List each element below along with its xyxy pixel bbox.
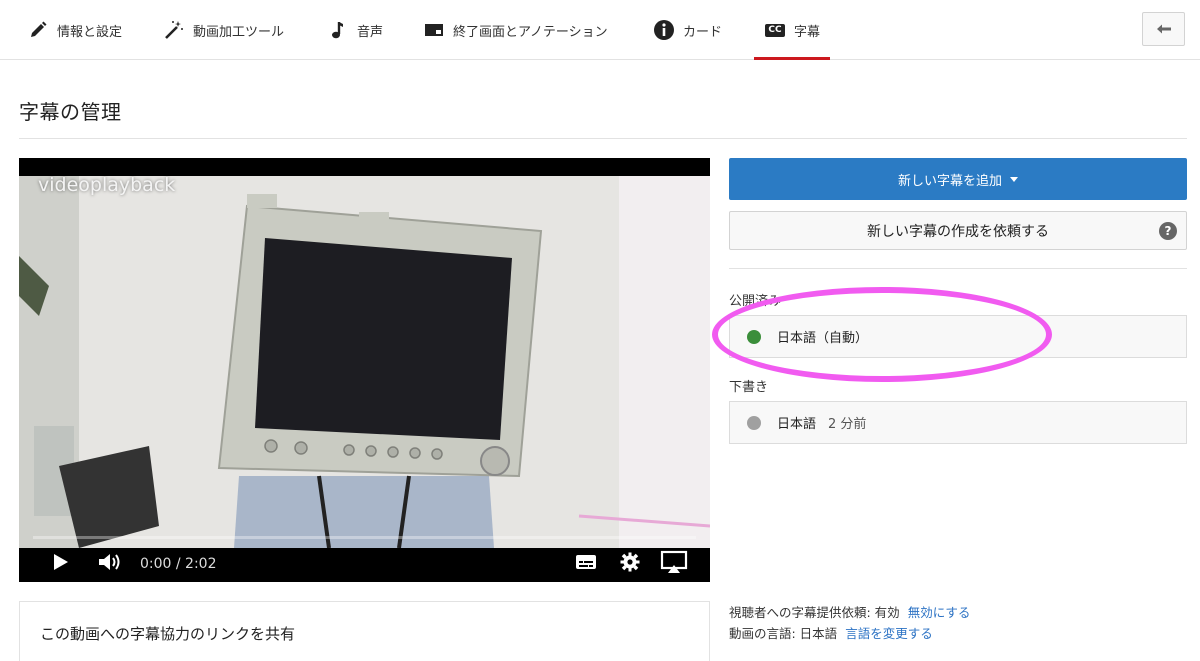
request-subtitles-label: 新しい字幕の作成を依頼する bbox=[867, 223, 1049, 240]
video-frame[interactable] bbox=[19, 176, 710, 548]
draft-age: 2 分前 bbox=[828, 417, 867, 432]
player-controls: 0:00 / 2:02 bbox=[19, 542, 710, 582]
language-name: 日本語（自動） bbox=[777, 331, 869, 346]
tab-label: 音声 bbox=[357, 24, 384, 40]
request-subtitles-button[interactable]: 新しい字幕の作成を依頼する ? bbox=[729, 211, 1187, 250]
published-section-label: 公開済み bbox=[729, 294, 782, 309]
progress-bar[interactable] bbox=[33, 536, 696, 539]
divider bbox=[729, 268, 1187, 269]
tab-subtitles[interactable]: CC 字幕 bbox=[753, 0, 831, 60]
airplay-icon[interactable] bbox=[660, 550, 688, 574]
tab-end-screen[interactable]: 終了画面とアノテーション bbox=[423, 0, 608, 60]
pencil-icon bbox=[27, 19, 49, 41]
add-subtitles-button[interactable]: 新しい字幕を追加 bbox=[729, 158, 1187, 200]
video-language-text: 動画の言語: 日本語 bbox=[729, 626, 838, 641]
video-language-setting: 動画の言語: 日本語 言語を変更する bbox=[729, 623, 933, 642]
tab-label: 動画加工ツール bbox=[193, 24, 285, 40]
viewer-contribution-setting: 視聴者への字幕提供依頼: 有効 無効にする bbox=[729, 602, 970, 621]
volume-icon[interactable] bbox=[97, 551, 123, 573]
subtitles-toggle-icon[interactable] bbox=[575, 553, 597, 571]
info-icon bbox=[653, 19, 675, 41]
back-arrow-icon bbox=[1156, 20, 1172, 39]
video-still-image bbox=[19, 176, 710, 548]
page-title: 字幕の管理 bbox=[19, 100, 122, 124]
tab-label: 字幕 bbox=[794, 24, 821, 40]
cc-icon: CC bbox=[764, 19, 786, 41]
help-icon[interactable]: ? bbox=[1159, 222, 1177, 240]
tab-video-tools[interactable]: 動画加工ツール bbox=[163, 0, 284, 60]
magic-wand-icon bbox=[163, 19, 185, 41]
chevron-down-icon bbox=[1010, 176, 1018, 182]
tab-audio[interactable]: 音声 bbox=[327, 0, 383, 60]
change-language-link[interactable]: 言語を変更する bbox=[845, 626, 933, 641]
language-name: 日本語 bbox=[777, 417, 817, 432]
share-link-panel: この動画への字幕協力のリンクを共有 bbox=[19, 601, 710, 661]
tab-label: カード bbox=[683, 24, 723, 40]
drafts-section-label: 下書き bbox=[729, 380, 769, 395]
draft-status-dot bbox=[747, 415, 761, 430]
viewer-contribution-text: 視聴者への字幕提供依頼: 有効 bbox=[729, 605, 900, 620]
share-title: この動画への字幕協力のリンクを共有 bbox=[40, 625, 296, 643]
video-player[interactable]: videoplayback 0:00 / 2:02 bbox=[19, 158, 710, 582]
play-icon[interactable] bbox=[52, 552, 70, 572]
published-language-row[interactable]: 日本語（自動） bbox=[729, 315, 1187, 358]
video-title: videoplayback bbox=[38, 174, 176, 196]
tab-label: 情報と設定 bbox=[57, 24, 123, 40]
music-note-icon bbox=[327, 19, 349, 41]
divider bbox=[19, 138, 1187, 139]
published-status-dot bbox=[747, 329, 761, 344]
disable-link[interactable]: 無効にする bbox=[908, 605, 971, 620]
time-display: 0:00 / 2:02 bbox=[140, 556, 217, 572]
tab-bar: 情報と設定 動画加工ツール 音声 終了画面とアノテーション カード CC 字幕 bbox=[0, 0, 1200, 60]
add-subtitles-label: 新しい字幕を追加 bbox=[897, 173, 1002, 189]
tab-label: 終了画面とアノテーション bbox=[453, 24, 608, 40]
draft-language-row[interactable]: 日本語 2 分前 bbox=[729, 401, 1187, 444]
end-screen-icon bbox=[423, 19, 445, 41]
tab-cards[interactable]: カード bbox=[653, 0, 722, 60]
back-button[interactable] bbox=[1142, 12, 1185, 46]
settings-gear-icon[interactable] bbox=[620, 552, 640, 572]
tab-info-settings[interactable]: 情報と設定 bbox=[27, 0, 122, 60]
